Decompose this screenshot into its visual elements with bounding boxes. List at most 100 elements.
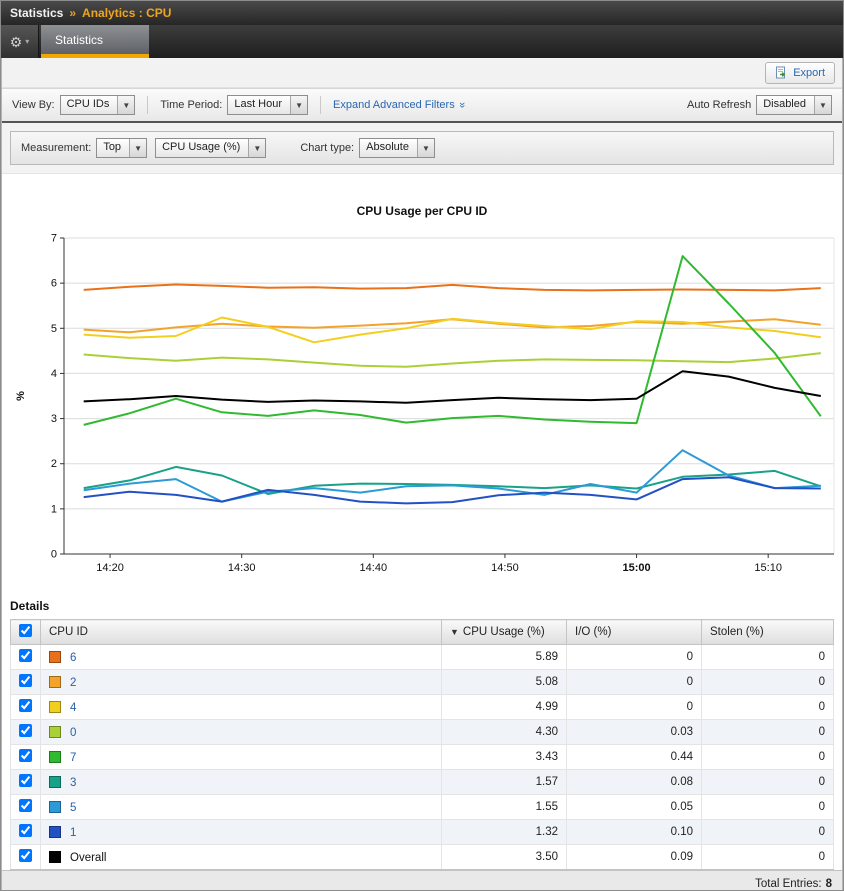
cpu-id-link[interactable]: 5 (70, 802, 76, 814)
svg-text:1: 1 (51, 503, 57, 515)
table-row: 51.550.050 (11, 795, 834, 820)
chart-type-value: Absolute (360, 139, 417, 157)
cpu-usage-value: 1.55 (442, 795, 567, 820)
chevron-down-icon: ▼ (290, 96, 307, 114)
table-row: 25.0800 (11, 670, 834, 695)
io-value: 0 (567, 645, 702, 670)
cpu-id-link[interactable]: 2 (70, 677, 76, 689)
series-color-swatch (49, 701, 61, 713)
details-section: Details CPU ID ▼CPU Usage (%) I/O (%) St… (2, 593, 842, 870)
stolen-value: 0 (702, 645, 834, 670)
table-row: 44.9900 (11, 695, 834, 720)
chart-type-select[interactable]: Absolute ▼ (359, 138, 435, 158)
series-line-4 (84, 318, 821, 343)
table-row: 65.8900 (11, 645, 834, 670)
auto-refresh-select[interactable]: Disabled ▼ (756, 95, 832, 115)
column-header-io[interactable]: I/O (%) (567, 620, 702, 645)
row-checkbox[interactable] (19, 824, 32, 837)
chevron-down-icon: ▼ (814, 96, 831, 114)
row-checkbox[interactable] (19, 849, 32, 862)
row-checkbox[interactable] (19, 749, 32, 762)
measurement-label: Measurement: (21, 142, 91, 154)
table-row: Overall3.500.090 (11, 845, 834, 870)
cpu-id-link[interactable]: 4 (70, 702, 76, 714)
svg-text:15:10: 15:10 (754, 562, 782, 574)
cpu-id-cell: 7 (41, 745, 442, 770)
series-line-3 (84, 467, 821, 494)
stolen-value: 0 (702, 745, 834, 770)
measurement-metric-select[interactable]: CPU Usage (%) ▼ (155, 138, 266, 158)
gear-icon: ⚙ (10, 35, 23, 49)
svg-text:%: % (15, 391, 27, 401)
total-entries-value: 8 (826, 878, 832, 890)
row-checkbox[interactable] (19, 774, 32, 787)
auto-refresh-label: Auto Refresh (687, 99, 751, 111)
column-header-cpu-usage[interactable]: ▼CPU Usage (%) (442, 620, 567, 645)
series-color-swatch (49, 776, 61, 788)
row-checkbox-cell (11, 795, 41, 820)
details-heading: Details (10, 599, 834, 613)
svg-text:5: 5 (51, 323, 57, 335)
measurement-type-select[interactable]: Top ▼ (96, 138, 147, 158)
series-color-swatch (49, 651, 61, 663)
io-value: 0.05 (567, 795, 702, 820)
cpu-id-link: Overall (70, 852, 106, 864)
expand-advanced-filters-link[interactable]: Expand Advanced Filters » (333, 99, 465, 111)
row-checkbox[interactable] (19, 649, 32, 662)
export-button[interactable]: Export (765, 62, 835, 84)
column-header-stolen[interactable]: Stolen (%) (702, 620, 834, 645)
row-checkbox[interactable] (19, 799, 32, 812)
chevron-down-icon: ▼ (129, 139, 146, 157)
io-value: 0 (567, 695, 702, 720)
tab-statistics[interactable]: Statistics (41, 25, 149, 58)
stolen-value: 0 (702, 695, 834, 720)
divider (320, 96, 321, 114)
row-checkbox-cell (11, 645, 41, 670)
cpu-id-link[interactable]: 6 (70, 652, 76, 664)
cpu-id-link[interactable]: 1 (70, 827, 76, 839)
breadcrumb-section[interactable]: Statistics (10, 6, 63, 20)
table-row: 04.300.030 (11, 720, 834, 745)
stolen-value: 0 (702, 820, 834, 845)
row-checkbox-cell (11, 845, 41, 870)
cpu-id-link[interactable]: 7 (70, 752, 76, 764)
row-checkbox[interactable] (19, 724, 32, 737)
row-checkbox-cell (11, 695, 41, 720)
cpu-id-cell: 1 (41, 820, 442, 845)
view-by-select[interactable]: CPU IDs ▼ (60, 95, 136, 115)
breadcrumb-current-page: Analytics : CPU (82, 6, 171, 20)
table-row: 11.320.100 (11, 820, 834, 845)
settings-menu-button[interactable]: ⚙ ▾ (1, 25, 39, 58)
cpu-id-cell: 6 (41, 645, 442, 670)
series-color-swatch (49, 826, 61, 838)
series-line-1 (84, 477, 821, 503)
table-row: 31.570.080 (11, 770, 834, 795)
export-icon (775, 66, 788, 79)
double-chevron-down-icon: » (456, 102, 468, 108)
tab-bar: ⚙ ▾ Statistics (1, 25, 843, 58)
chevron-down-icon: ▾ (25, 37, 29, 46)
time-period-select[interactable]: Last Hour ▼ (227, 95, 308, 115)
cpu-usage-chart: 0123456714:2014:3014:4014:5015:0015:10% (6, 232, 842, 584)
cpu-id-cell: Overall (41, 845, 442, 870)
row-checkbox[interactable] (19, 699, 32, 712)
table-header-row: CPU ID ▼CPU Usage (%) I/O (%) Stolen (%) (11, 620, 834, 645)
stolen-value: 0 (702, 670, 834, 695)
select-all-checkbox[interactable] (19, 624, 32, 637)
cpu-usage-value: 5.89 (442, 645, 567, 670)
row-checkbox[interactable] (19, 674, 32, 687)
cpu-id-link[interactable]: 3 (70, 777, 76, 789)
cpu-id-link[interactable]: 0 (70, 727, 76, 739)
cpu-usage-value: 1.57 (442, 770, 567, 795)
cpu-id-cell: 0 (41, 720, 442, 745)
view-by-value: CPU IDs (61, 96, 118, 114)
svg-text:4: 4 (51, 368, 57, 380)
stolen-value: 0 (702, 770, 834, 795)
row-checkbox-cell (11, 745, 41, 770)
column-header-cpu-id[interactable]: CPU ID (41, 620, 442, 645)
export-row: Export (2, 58, 842, 88)
row-checkbox-cell (11, 720, 41, 745)
chart-section: CPU Usage per CPU ID 0123456714:2014:301… (2, 174, 842, 593)
measurement-area: Measurement: Top ▼ CPU Usage (%) ▼ Chart… (2, 123, 842, 174)
io-value: 0 (567, 670, 702, 695)
